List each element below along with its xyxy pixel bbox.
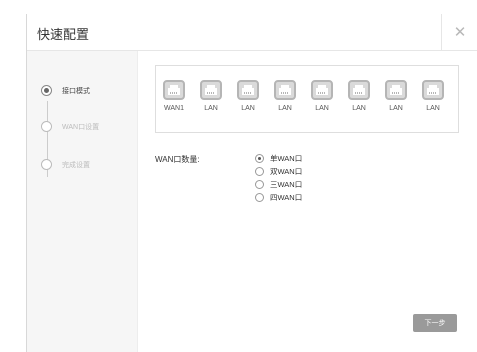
port-lan: LAN: [197, 80, 225, 112]
port-lan: LAN: [271, 80, 299, 112]
port-label: LAN: [389, 105, 403, 112]
next-button[interactable]: 下一步: [413, 314, 457, 332]
dialog-title: 快速配置: [37, 27, 90, 42]
port-panel: WAN1 LAN LAN LAN LAN LAN LAN LAN: [155, 65, 459, 133]
step-label: 接口模式: [62, 87, 90, 95]
step-label: WAN口设置: [62, 123, 100, 131]
wan-option-label: 四WAN口: [270, 193, 303, 202]
ethernet-port-icon: [348, 80, 370, 100]
ethernet-port-icon: [163, 80, 185, 100]
quick-setup-dialog: 快速配置 ✕ 接口模式 WAN口设置 完成设置 WAN1 LAN LAN LAN…: [26, 14, 477, 352]
wan-count-radio-group: 单WAN口 双WAN口 三WAN口 四WAN口: [255, 152, 302, 204]
wan-option-single[interactable]: 单WAN口: [255, 152, 302, 165]
ethernet-port-icon: [237, 80, 259, 100]
wan-option-dual[interactable]: 双WAN口: [255, 165, 302, 178]
port-label: LAN: [426, 105, 440, 112]
radio-selected-icon[interactable]: [255, 154, 264, 163]
wan-option-label: 双WAN口: [270, 167, 303, 176]
radio-icon[interactable]: [255, 167, 264, 176]
wan-count-label: WAN口数量:: [155, 155, 200, 164]
step-finish[interactable]: 完成设置: [41, 159, 90, 170]
ethernet-port-icon: [385, 80, 407, 100]
ethernet-port-icon: [200, 80, 222, 100]
radio-icon[interactable]: [255, 193, 264, 202]
wan-option-label: 三WAN口: [270, 180, 303, 189]
step-interface-mode[interactable]: 接口模式: [41, 85, 90, 96]
port-lan: LAN: [419, 80, 447, 112]
ethernet-port-icon: [274, 80, 296, 100]
step-indicator-icon: [41, 159, 52, 170]
port-lan: LAN: [234, 80, 262, 112]
steps-sidebar: 接口模式 WAN口设置 完成设置: [27, 51, 138, 352]
port-label: WAN1: [164, 105, 184, 112]
port-label: LAN: [352, 105, 366, 112]
ethernet-port-icon: [311, 80, 333, 100]
radio-icon[interactable]: [255, 180, 264, 189]
wan-option-label: 单WAN口: [270, 154, 303, 163]
port-label: LAN: [241, 105, 255, 112]
dialog-titlebar: 快速配置 ✕: [27, 14, 477, 51]
port-lan: LAN: [345, 80, 373, 112]
step-label: 完成设置: [62, 161, 90, 169]
step-indicator-icon: [41, 121, 52, 132]
wan-option-triple[interactable]: 三WAN口: [255, 178, 302, 191]
port-label: LAN: [315, 105, 329, 112]
wan-option-quad[interactable]: 四WAN口: [255, 191, 302, 204]
port-wan1: WAN1: [160, 80, 188, 112]
port-label: LAN: [278, 105, 292, 112]
ethernet-port-icon: [422, 80, 444, 100]
port-lan: LAN: [382, 80, 410, 112]
close-icon[interactable]: ✕: [441, 14, 477, 50]
port-lan: LAN: [308, 80, 336, 112]
port-label: LAN: [204, 105, 218, 112]
close-glyph: ✕: [453, 24, 467, 41]
step-wan-settings[interactable]: WAN口设置: [41, 121, 99, 132]
step-indicator-icon: [41, 85, 52, 96]
